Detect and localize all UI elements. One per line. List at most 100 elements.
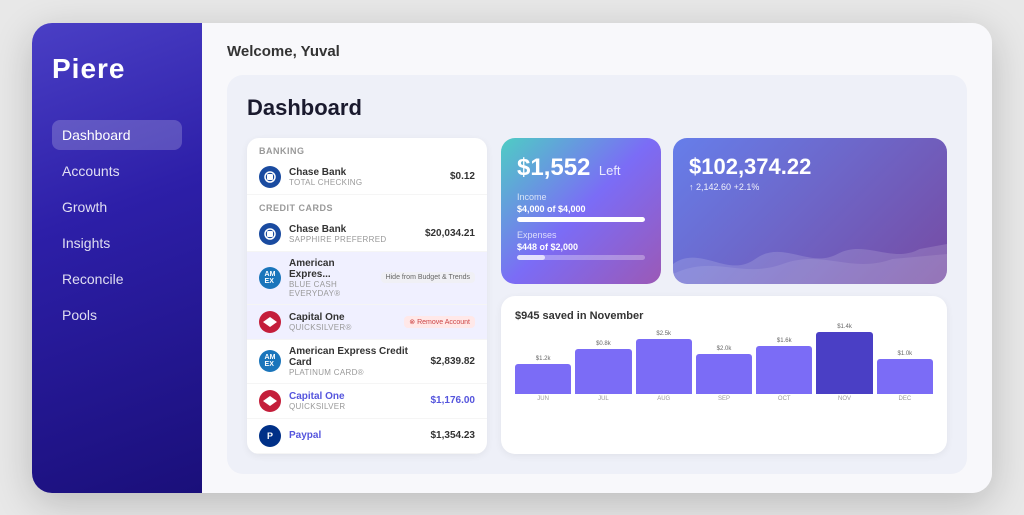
right-panels: $1,552 Left Income $4,000 of $4,000 (501, 138, 947, 454)
income-label: Income (517, 192, 645, 202)
bar (756, 346, 812, 394)
account-name: Chase Bank (289, 224, 417, 235)
sidebar-item-growth[interactable]: Growth (52, 192, 182, 222)
paypal-icon: P (259, 425, 281, 447)
networth-amount: $102,374.22 (689, 154, 931, 180)
account-sub: SAPPHIRE PREFERRED (289, 235, 417, 244)
top-panels: $1,552 Left Income $4,000 of $4,000 (501, 138, 947, 284)
main-content: Welcome, Yuval Dashboard Banking Chase B… (202, 23, 992, 493)
bar-month: JUL (598, 396, 609, 402)
savings-card: $945 saved in November $1.2k JUN $0.8k (501, 296, 947, 454)
sidebar-item-reconcile[interactable]: Reconcile (52, 264, 182, 294)
income-value: $4,000 of $4,000 (517, 204, 645, 214)
bar-label: $2.5k (656, 331, 671, 337)
bar-group: $2.5k AUG (636, 331, 692, 402)
bar-month: JUN (537, 396, 549, 402)
dashboard-grid: Banking Chase Bank TOTAL CHECKING $0.12 … (247, 138, 947, 454)
account-sub: TOTAL CHECKING (289, 178, 442, 187)
bar (877, 359, 933, 394)
bar-month: DEC (898, 396, 911, 402)
sidebar: Piere Dashboard Accounts Growth Insights… (32, 23, 202, 493)
table-row: P Paypal $1,354.23 (247, 419, 487, 454)
bar-label: $1.6k (777, 338, 792, 344)
budget-amount-value: $1,552 (517, 154, 590, 181)
account-name: American Expres... (289, 258, 373, 280)
table-row: AMEX American Expres... Blue Cash Everyd… (247, 252, 487, 305)
account-name: Capital One (289, 391, 423, 402)
account-info: Capital One Quicksilver® (289, 312, 396, 332)
bar (575, 349, 631, 394)
account-info: Paypal (289, 430, 423, 441)
app-logo: Piere (52, 53, 182, 85)
account-info: Capital One Quicksilver (289, 391, 423, 411)
table-row: Chase Bank SAPPHIRE PREFERRED $20,034.21 (247, 217, 487, 252)
capital-one-icon (259, 311, 281, 333)
expenses-value: $448 of $2,000 (517, 242, 645, 252)
account-name: Capital One (289, 312, 396, 323)
amex2-icon: AMEX (259, 350, 281, 372)
bar-label: $2.0k (717, 346, 732, 352)
account-name: American Express Credit Card (289, 346, 423, 368)
sidebar-item-pools[interactable]: Pools (52, 300, 182, 330)
accounts-panel: Banking Chase Bank TOTAL CHECKING $0.12 … (247, 138, 487, 454)
bar-group: $1.6k OCT (756, 338, 812, 402)
expenses-progress-bar (517, 255, 645, 260)
account-info: Chase Bank SAPPHIRE PREFERRED (289, 224, 417, 244)
sidebar-item-dashboard[interactable]: Dashboard (52, 120, 182, 150)
amex-icon: AMEX (259, 267, 281, 289)
sidebar-nav: Dashboard Accounts Growth Insights Recon… (52, 120, 182, 330)
account-amount: $1,176.00 (431, 395, 476, 406)
bar-month: SEP (718, 396, 730, 402)
welcome-header: Welcome, Yuval (227, 43, 967, 60)
account-amount: $20,034.21 (425, 228, 475, 239)
account-info: American Express Credit Card Platinum Ca… (289, 346, 423, 377)
sidebar-item-accounts[interactable]: Accounts (52, 156, 182, 186)
account-sub: Quicksilver (289, 402, 423, 411)
remove-account-button[interactable]: ⊗ Remove Account (404, 316, 475, 328)
bar (636, 339, 692, 394)
account-name: Chase Bank (289, 167, 442, 178)
bar-month: OCT (778, 396, 791, 402)
account-sub: Blue Cash Everyday® (289, 280, 373, 298)
bar-highlight (816, 332, 872, 394)
hide-budget-button[interactable]: Hide from Budget & Trends (381, 272, 475, 283)
income-row: Income $4,000 of $4,000 (517, 192, 645, 222)
table-row: Capital One Quicksilver® ⊗ Remove Accoun… (247, 305, 487, 340)
networth-change: ↑ 2,142.60 +2.1% (689, 182, 931, 192)
account-sub: Platinum Card® (289, 368, 423, 377)
account-actions: Hide from Budget & Trends (381, 272, 475, 283)
credit-cards-label: Credit Cards (247, 195, 487, 217)
device-frame: Piere Dashboard Accounts Growth Insights… (32, 23, 992, 493)
bar-chart: $1.2k JUN $0.8k JUL $2.5k (515, 332, 933, 402)
banking-label: Banking (247, 138, 487, 160)
bar-group: $2.0k SEP (696, 346, 752, 402)
bar-month: AUG (657, 396, 670, 402)
bar-group: $1.2k JUN (515, 356, 571, 402)
sidebar-item-insights[interactable]: Insights (52, 228, 182, 258)
budget-amount: $1,552 Left (517, 154, 645, 182)
dashboard-title: Dashboard (247, 95, 947, 121)
bar (515, 364, 571, 394)
account-sub: Quicksilver® (289, 323, 396, 332)
savings-title: $945 saved in November (515, 310, 933, 322)
expenses-row: Expenses $448 of $2,000 (517, 230, 645, 260)
chase-icon (259, 166, 281, 188)
account-amount: $0.12 (450, 171, 475, 182)
income-progress-bar (517, 217, 645, 222)
budget-card: $1,552 Left Income $4,000 of $4,000 (501, 138, 661, 284)
account-amount: $1,354.23 (431, 430, 476, 441)
wave-area (673, 224, 947, 284)
account-info: American Expres... Blue Cash Everyday® (289, 258, 373, 298)
budget-left-label: Left (599, 163, 621, 178)
account-amount: $2,839.82 (431, 356, 476, 367)
bar-label: $1.2k (536, 356, 551, 362)
chase-sapphire-icon (259, 223, 281, 245)
bar-group: $1.4k NOV (816, 324, 872, 402)
account-info: Chase Bank TOTAL CHECKING (289, 167, 442, 187)
capital-one2-icon (259, 390, 281, 412)
expenses-label: Expenses (517, 230, 645, 240)
account-actions: ⊗ Remove Account (404, 316, 475, 328)
table-row: Capital One Quicksilver $1,176.00 (247, 384, 487, 419)
bar-month: NOV (838, 396, 851, 402)
bar-group: $1.0k DEC (877, 351, 933, 402)
